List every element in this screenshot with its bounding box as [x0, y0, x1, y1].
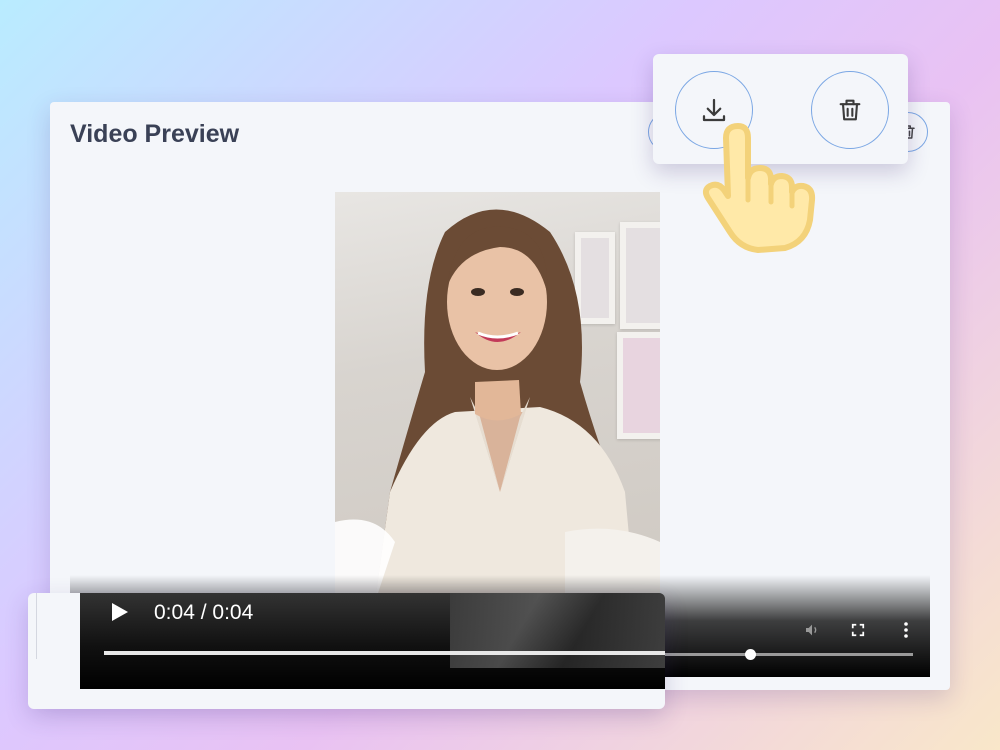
video-frame[interactable]: [335, 192, 660, 602]
play-button[interactable]: [110, 601, 130, 628]
volume-button[interactable]: [802, 620, 822, 640]
page-title: Video Preview: [70, 120, 240, 148]
time-separator: /: [194, 601, 213, 624]
video-controls-bar: 0:04 / 0:04: [80, 593, 665, 689]
video-frame-background: [450, 593, 665, 668]
current-time: 0:04: [154, 601, 195, 624]
trash-icon: [839, 99, 861, 121]
more-vert-icon: [904, 622, 908, 638]
time-display: 0:04 / 0:04: [154, 601, 253, 625]
pointer-hand-icon: [702, 123, 816, 253]
divider: [36, 593, 37, 659]
video-thumbnail: [335, 209, 660, 602]
more-options-button[interactable]: [896, 620, 916, 640]
total-time: 0:04: [212, 601, 254, 624]
volume-icon: [806, 624, 817, 636]
progress-track[interactable]: [655, 653, 913, 656]
fullscreen-icon: [851, 623, 865, 637]
progress-bar[interactable]: [104, 651, 665, 655]
play-icon: [112, 603, 128, 621]
player-controls-zoom: 0:04 / 0:04: [28, 593, 665, 709]
fullscreen-button[interactable]: [848, 620, 868, 640]
progress-thumb[interactable]: [745, 649, 756, 660]
